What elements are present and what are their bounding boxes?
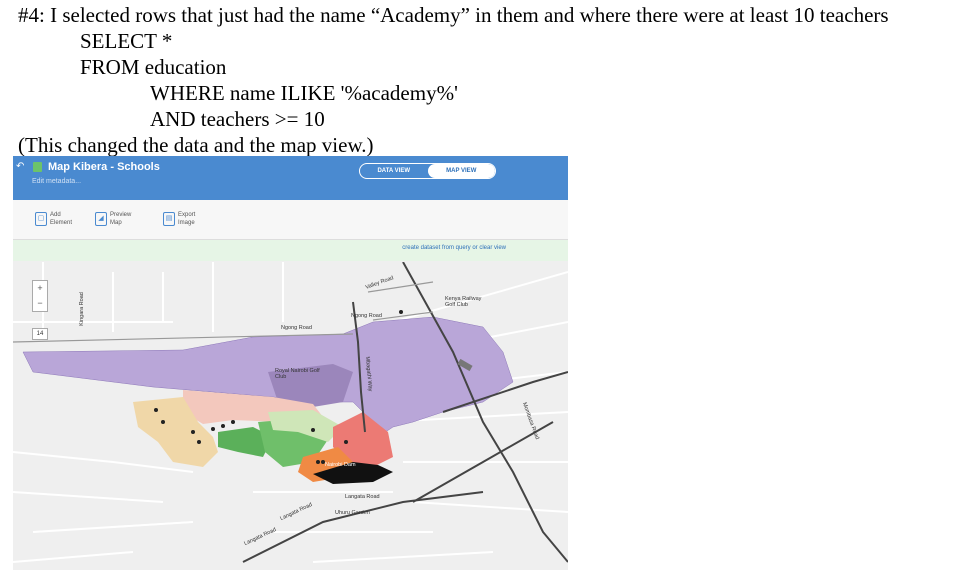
sql-select: SELECT * bbox=[80, 29, 173, 53]
add-label: Add bbox=[50, 212, 61, 218]
doc-line-note: (This changed the data and the map view.… bbox=[18, 133, 374, 157]
toolbar: ▢ Add Element ◢ Preview Map ▤ Export Image bbox=[13, 200, 568, 240]
export-image-icon: ▤ bbox=[163, 212, 175, 226]
export-image-button[interactable]: ▤ Export Image bbox=[163, 211, 195, 227]
zoom-level: 14 bbox=[32, 328, 48, 340]
label-nairobi-dam: Nairobi Dam bbox=[325, 462, 356, 468]
sql-from: FROM education bbox=[80, 55, 227, 79]
dataset-icon bbox=[33, 162, 42, 172]
back-arrow-icon[interactable]: ↶ bbox=[16, 161, 24, 172]
zoom-control[interactable]: + − bbox=[32, 280, 48, 312]
preview-map-button[interactable]: ◢ Preview Map bbox=[95, 211, 131, 227]
edit-metadata-link[interactable]: Edit metadata... bbox=[32, 178, 81, 185]
app-header: ↶ Map Kibera - Schools Edit metadata... … bbox=[13, 156, 568, 200]
add-element-icon: ▢ bbox=[35, 212, 47, 226]
create-dataset-link[interactable]: create dataset from query or clear view bbox=[402, 245, 506, 251]
view-toggle[interactable]: DATA VIEW MAP VIEW bbox=[359, 163, 496, 179]
map-screenshot: ↶ Map Kibera - Schools Edit metadata... … bbox=[13, 156, 568, 570]
label-kenya-railway-golf: Kenya Railway Golf Club bbox=[445, 296, 482, 308]
preview-label: Preview bbox=[110, 212, 132, 218]
data-view-button[interactable]: DATA VIEW bbox=[360, 164, 428, 178]
road-label-kingara: Kingara Road bbox=[78, 292, 85, 326]
sql-where: WHERE name ILIKE '%academy%' bbox=[150, 81, 458, 105]
image-label: Image bbox=[178, 220, 195, 226]
road-label-ngong-1: Ngong Road bbox=[281, 325, 312, 331]
road-label-langata-3: Langata Road bbox=[345, 494, 380, 500]
zoom-in-button[interactable]: + bbox=[33, 281, 47, 296]
label-uhuru-garden: Uhuru Garden bbox=[335, 510, 370, 516]
map-label: Map bbox=[110, 220, 122, 226]
map-view-button[interactable]: MAP VIEW bbox=[427, 164, 495, 178]
query-info-bar: create dataset from query or clear view bbox=[13, 240, 568, 261]
app-title: Map Kibera - Schools bbox=[48, 161, 160, 173]
road-label-ngong-2: Ngong Road bbox=[351, 313, 382, 319]
map-canvas[interactable] bbox=[13, 262, 568, 570]
element-label: Element bbox=[50, 220, 73, 226]
doc-line-heading: #4: I selected rows that just had the na… bbox=[18, 3, 889, 27]
add-element-button[interactable]: ▢ Add Element bbox=[35, 211, 72, 227]
zoom-out-button[interactable]: − bbox=[33, 296, 47, 311]
sql-and: AND teachers >= 10 bbox=[150, 107, 325, 131]
export-label: Export bbox=[178, 212, 196, 218]
preview-map-icon: ◢ bbox=[95, 212, 107, 226]
label-royal-nairobi-golf: Royal Nairobi Golf Club bbox=[275, 368, 320, 380]
